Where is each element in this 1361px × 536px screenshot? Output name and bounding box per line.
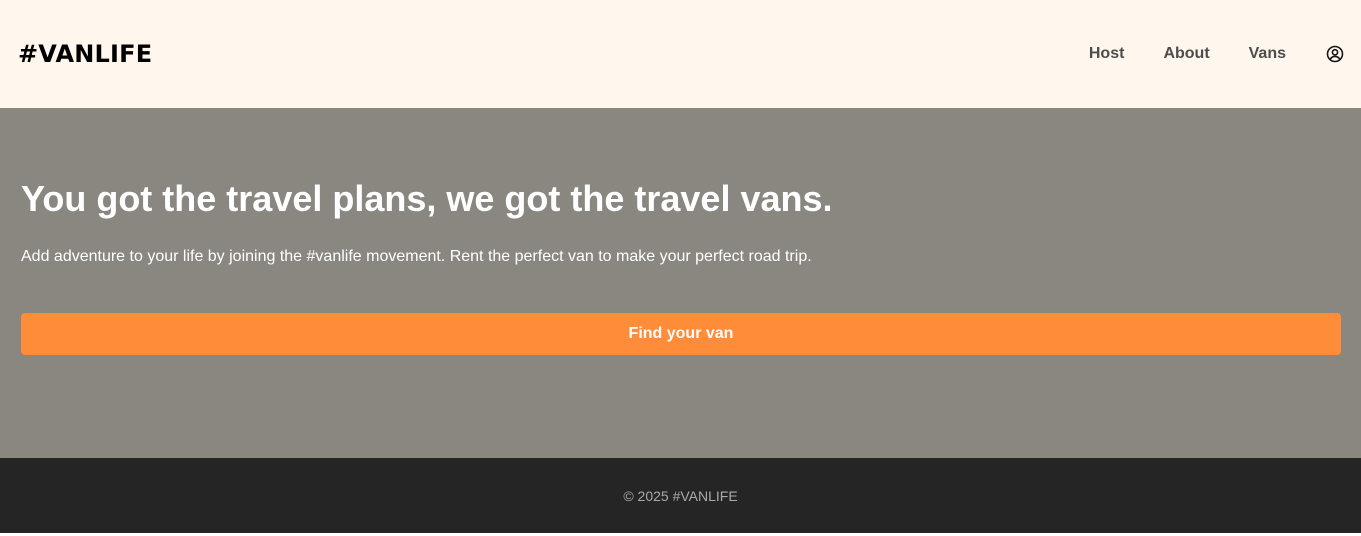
site-footer: © 2025 #VANLIFE [0, 458, 1361, 533]
nav-link-vans[interactable]: Vans [1249, 45, 1286, 63]
site-header: #VANLIFE Host About Vans [0, 0, 1361, 108]
nav-link-host[interactable]: Host [1089, 45, 1125, 63]
footer-copyright: © 2025 #VANLIFE [623, 487, 738, 504]
find-your-van-button[interactable]: Find your van [21, 313, 1341, 355]
hero-title: You got the travel plans, we got the tra… [21, 178, 833, 219]
logo-link[interactable]: #VANLIFE [18, 40, 152, 68]
user-circle-icon[interactable] [1326, 45, 1344, 63]
page: #VANLIFE Host About Vans You got the tra… [0, 0, 1361, 536]
hero-section: You got the travel plans, we got the tra… [0, 108, 1361, 458]
nav-link-about[interactable]: About [1163, 45, 1209, 63]
main-nav: Host About Vans [1089, 45, 1344, 63]
hero-subtitle: Add adventure to your life by joining th… [21, 248, 812, 265]
